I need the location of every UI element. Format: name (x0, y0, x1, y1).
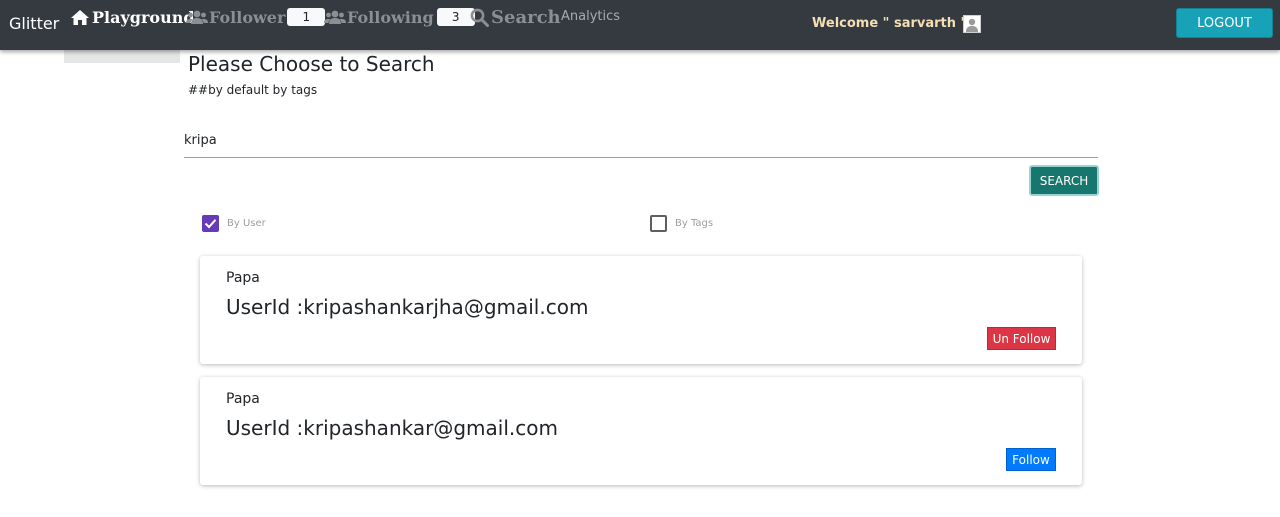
users-icon (324, 9, 346, 25)
search-button[interactable]: SEARCH (1029, 165, 1099, 196)
search-icon (470, 8, 489, 27)
page-title: Please Choose to Search (188, 52, 435, 76)
users-icon (186, 9, 208, 25)
nav-playground[interactable]: Playground (70, 4, 195, 30)
nav-follower[interactable]: Follower 1 (186, 4, 326, 30)
filter-by-tags[interactable]: By Tags (650, 214, 713, 232)
top-navbar: Glitter Playground Follower 1 Following … (0, 0, 1280, 50)
nav-playground-label: Playground (92, 7, 195, 27)
logout-button[interactable]: LOGOUT (1176, 8, 1273, 38)
nav-search[interactable]: Search (470, 4, 561, 30)
active-nav-indicator (64, 50, 180, 63)
follow-button[interactable]: Follow (1006, 448, 1056, 471)
result-card: Papa UserId :kripashankarjha@gmail.com U… (200, 256, 1082, 364)
user-avatar-icon[interactable] (963, 15, 981, 33)
following-count-badge: 3 (436, 8, 475, 26)
by-tags-checkbox[interactable] (650, 214, 667, 232)
by-user-checkbox[interactable] (202, 214, 219, 232)
follower-count-badge: 1 (287, 8, 326, 26)
filter-by-user[interactable]: By User (202, 214, 266, 232)
nav-follower-label: Follower (209, 7, 286, 27)
search-hint: ##by default by tags (188, 83, 318, 97)
result-userid: UserId :kripashankar@gmail.com (226, 416, 558, 440)
result-name: Papa (226, 391, 260, 407)
home-icon (70, 9, 90, 26)
nav-analytics[interactable]: Analytics (561, 9, 620, 24)
welcome-message: Welcome " sarvarth " (812, 16, 968, 31)
brand-logo[interactable]: Glitter (9, 14, 59, 33)
nav-following[interactable]: Following 3 (324, 4, 475, 30)
result-name: Papa (226, 270, 260, 286)
result-userid: UserId :kripashankarjha@gmail.com (226, 295, 589, 319)
nav-search-label: Search (491, 6, 561, 28)
unfollow-button[interactable]: Un Follow (987, 327, 1056, 350)
nav-following-label: Following (347, 7, 434, 27)
search-input[interactable] (184, 124, 1098, 158)
by-tags-label: By Tags (675, 217, 714, 229)
result-card: Papa UserId :kripashankar@gmail.com Foll… (200, 377, 1082, 485)
by-user-label: By User (227, 217, 266, 229)
checkmark-icon (204, 218, 217, 228)
